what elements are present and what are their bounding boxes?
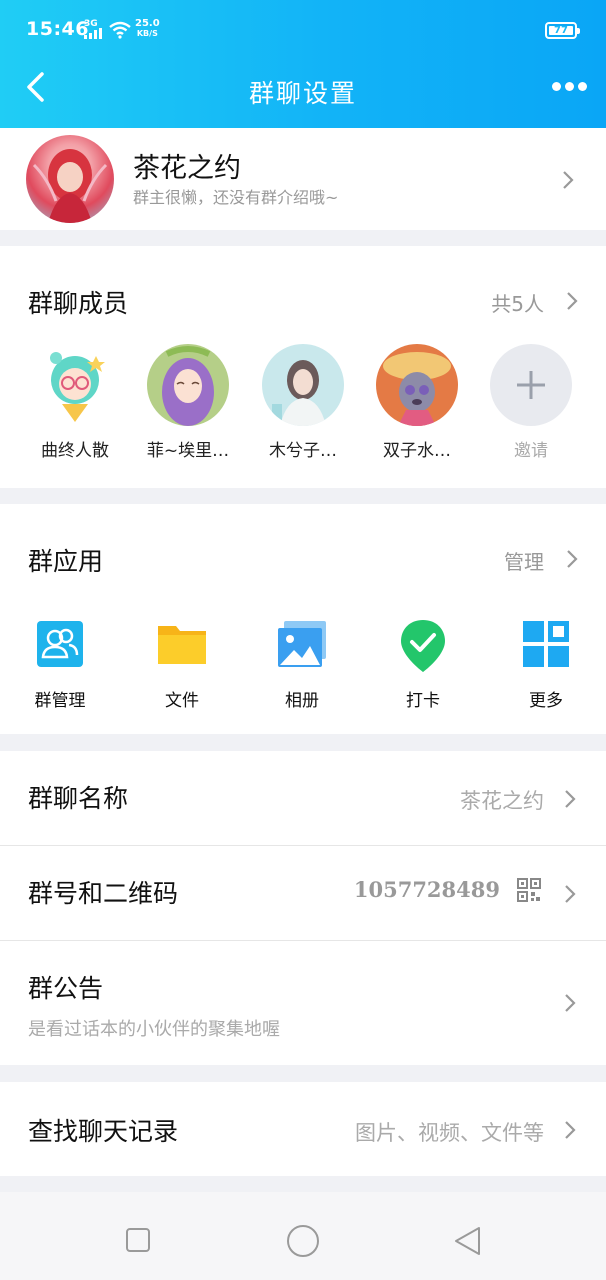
group-info-section: 群聊名称 茶花之约 群号和二维码 1057728489 群公告 是看过话本的小伙… — [0, 751, 606, 1065]
app-group-manage[interactable]: 群管理 — [10, 618, 110, 711]
group-number-row[interactable]: 群号和二维码 1057728489 — [0, 846, 606, 940]
group-name-row[interactable]: 群聊名称 茶花之约 — [0, 751, 606, 845]
member-avatar — [262, 344, 344, 426]
member-avatar — [34, 344, 116, 426]
chevron-right-icon — [562, 170, 574, 190]
member-name: 菲~埃里… — [146, 441, 230, 461]
member-item[interactable]: 木兮子… — [253, 344, 353, 461]
app-label: 文件 — [165, 691, 199, 711]
system-navigation-bar — [0, 1192, 606, 1280]
group-apps-section: 群应用 管理 群管理 文件 相册 打卡 更多 — [0, 504, 606, 734]
network-speed: 25.0 KB/S — [135, 19, 160, 39]
apps-title: 群应用 — [28, 547, 104, 576]
system-back-icon[interactable] — [452, 1225, 484, 1257]
members-count[interactable]: 共5人 — [491, 288, 544, 317]
wifi-icon — [109, 21, 131, 39]
group-name-value: 茶花之约 — [460, 789, 544, 813]
group-manage-icon — [34, 618, 86, 670]
status-time: 15:46 — [26, 18, 89, 40]
app-label: 相册 — [285, 691, 319, 711]
battery-icon: 77 — [545, 22, 580, 39]
chevron-right-icon[interactable] — [566, 291, 578, 311]
member-item[interactable]: 双子水… — [367, 344, 467, 461]
search-history-label: 查找聊天记录 — [28, 1117, 179, 1146]
invite-button[interactable]: 邀请 — [481, 344, 581, 461]
group-profile[interactable]: 茶花之约 群主很懒，还没有群介绍哦~ — [0, 128, 606, 230]
invite-label: 邀请 — [514, 441, 548, 461]
apps-manage[interactable]: 管理 — [504, 546, 544, 575]
group-notice-row[interactable]: 群公告 是看过话本的小伙伴的聚集地喔 — [0, 941, 606, 1065]
notice-preview: 是看过话本的小伙伴的聚集地喔 — [28, 1019, 280, 1040]
folder-icon — [156, 618, 208, 670]
album-icon — [276, 618, 328, 670]
speed-unit: KB/S — [136, 29, 158, 38]
speed-value: 25.0 — [135, 18, 160, 29]
nav-bar: 群聊设置 — [0, 60, 606, 120]
member-item[interactable]: 菲~埃里… — [138, 344, 238, 461]
page-title: 群聊设置 — [248, 79, 357, 108]
member-item[interactable]: 曲终人散 — [25, 344, 125, 461]
qr-code-icon — [517, 878, 541, 902]
battery-level: 77 — [554, 25, 568, 36]
group-name-label: 群聊名称 — [28, 784, 129, 813]
home-icon[interactable] — [286, 1224, 320, 1258]
header-bar: 15:46 3G 25.0 KB/S 77 群聊设置 — [0, 0, 606, 128]
signal-icon — [84, 28, 102, 39]
group-description: 群主很懒，还没有群介绍哦~ — [133, 188, 339, 207]
chevron-right-icon — [564, 993, 576, 1013]
notice-label: 群公告 — [28, 974, 104, 1003]
group-name: 茶花之约 — [133, 153, 241, 184]
grid-more-icon — [520, 618, 572, 670]
checkin-icon — [397, 618, 449, 672]
chevron-right-icon[interactable] — [566, 549, 578, 569]
members-title: 群聊成员 — [28, 289, 129, 318]
chevron-right-icon — [564, 884, 576, 904]
app-more[interactable]: 更多 — [496, 618, 596, 711]
app-label: 群管理 — [34, 691, 86, 711]
group-avatar — [26, 135, 114, 223]
member-avatar — [376, 344, 458, 426]
member-name: 双子水… — [383, 441, 451, 461]
members-section: 群聊成员 共5人 曲终人散 菲~埃里… 木兮子… 双子水… 邀请 — [0, 246, 606, 488]
plus-icon — [490, 344, 572, 426]
group-number-value: 1057728489 — [353, 877, 500, 902]
app-file[interactable]: 文件 — [132, 618, 232, 711]
app-album[interactable]: 相册 — [252, 618, 352, 711]
member-name: 木兮子… — [269, 441, 337, 461]
member-avatar — [147, 344, 229, 426]
app-label: 打卡 — [406, 691, 440, 711]
app-label: 更多 — [529, 691, 563, 711]
recent-apps-icon[interactable] — [125, 1227, 151, 1253]
search-history-hint: 图片、视频、文件等 — [355, 1121, 544, 1145]
chevron-right-icon — [564, 1120, 576, 1140]
member-name: 曲终人散 — [41, 441, 109, 461]
search-history-row[interactable]: 查找聊天记录 图片、视频、文件等 — [0, 1082, 606, 1176]
group-number-label: 群号和二维码 — [28, 879, 179, 908]
more-icon[interactable] — [552, 78, 588, 98]
status-bar: 15:46 3G 25.0 KB/S 77 — [0, 0, 606, 60]
chevron-right-icon — [564, 789, 576, 809]
app-checkin[interactable]: 打卡 — [373, 618, 473, 711]
